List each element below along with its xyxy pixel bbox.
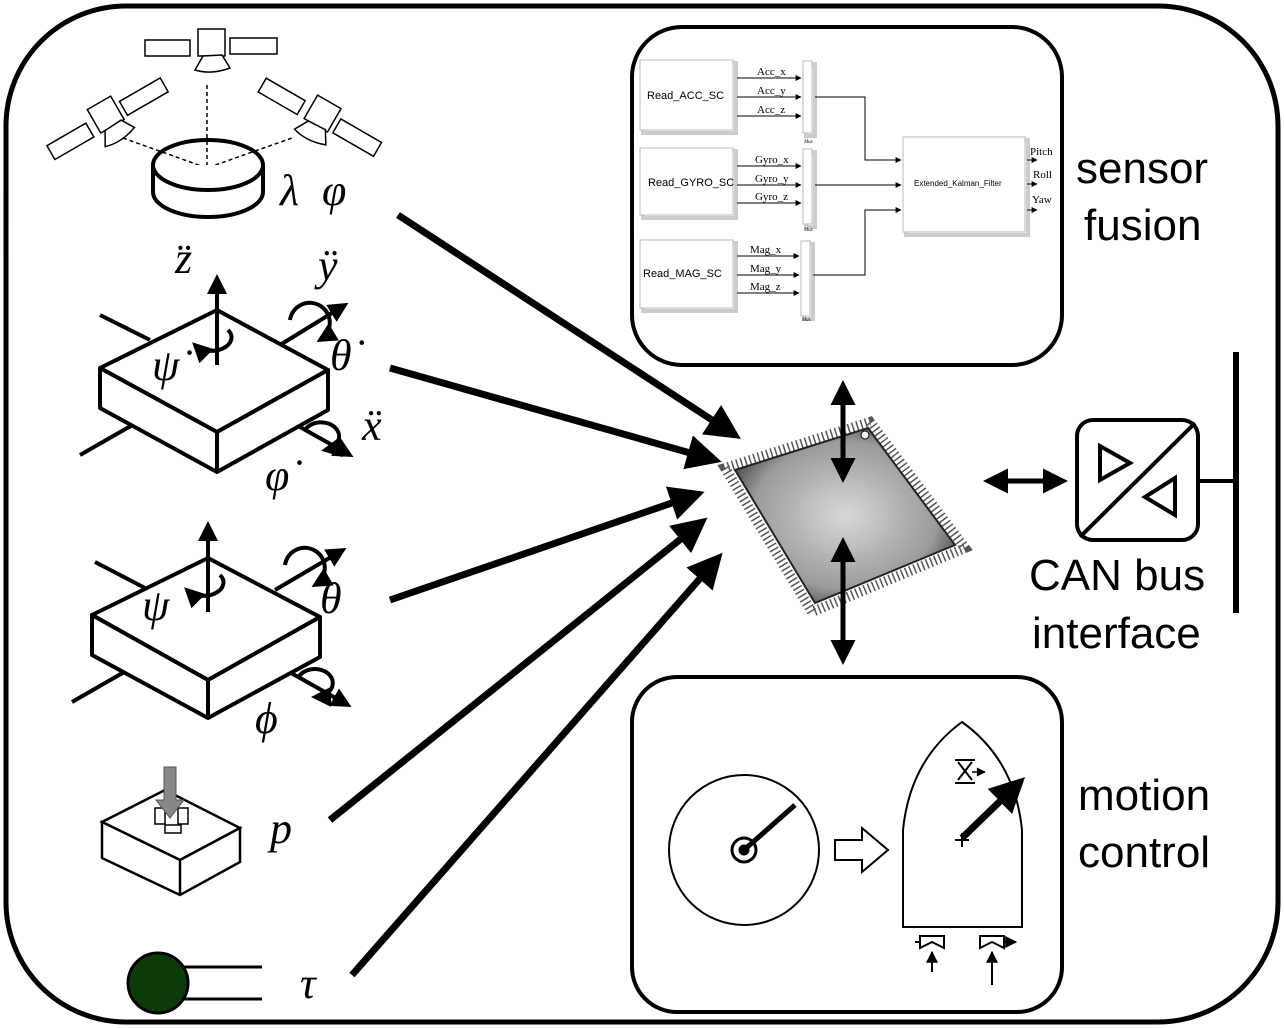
pressure-sensor — [99, 766, 243, 897]
signal-label: Mag_z — [750, 281, 781, 293]
imu-accel-gyro — [79, 274, 354, 474]
signal-label: Acc_z — [757, 104, 785, 116]
sensor-fusion-label-2: fusion — [1084, 201, 1201, 250]
signal-label: Acc_y — [757, 85, 786, 97]
pitch-label: θ — [320, 574, 342, 623]
signal-label: Mag_y — [750, 263, 782, 275]
latitude-label: φ — [322, 166, 346, 215]
motion-control-label-2: control — [1078, 828, 1210, 877]
yaw-label: ψ — [142, 581, 170, 630]
signal-label: Gyro_z — [755, 191, 788, 203]
y-accel-label: ÿ — [314, 241, 338, 290]
mux-label: Mux — [803, 140, 814, 145]
pitch-rate-label: θ̇ — [330, 331, 365, 380]
signal-label: Acc_x — [757, 66, 786, 78]
can-bus-label: CAN bus — [1029, 551, 1205, 600]
longitude-label: λ — [278, 166, 299, 215]
imu2-arrow — [388, 486, 705, 604]
motion-control-panel — [630, 675, 1064, 1014]
can-interface-label: interface — [1032, 609, 1201, 658]
system-diagram: λ φ z̈ ÿ ψ̇ θ̇ ẍ φ̇ ψ θ ϕ p τ Read_ACC_S… — [3, 3, 1281, 1025]
output-yaw: Yaw — [1032, 194, 1052, 206]
x-accel-label: ẍ — [361, 401, 382, 450]
signal-label: Gyro_x — [755, 154, 789, 166]
satellite-icon — [257, 77, 383, 158]
temperature-label: τ — [300, 959, 318, 1008]
roll-label: ϕ — [255, 694, 278, 743]
mux-label: Mux — [803, 228, 814, 233]
output-roll: Roll — [1033, 169, 1052, 181]
sensor-fusion-panel: Read_ACC_SC Read_GYRO_SC Read_MAG_SC Ext… — [630, 25, 1064, 367]
motion-control-label: motion — [1078, 771, 1210, 820]
output-pitch: Pitch — [1030, 146, 1053, 158]
roll-rate-label: φ̇ — [265, 451, 302, 500]
z-accel-label: z̈ — [174, 234, 192, 283]
signal-label: Mag_x — [750, 244, 782, 256]
read-acc-block: Read_ACC_SC — [647, 90, 724, 102]
imu-angles — [71, 521, 352, 720]
read-gyro-block: Read_GYRO_SC — [648, 177, 734, 189]
read-mag-block: Read_MAG_SC — [643, 268, 722, 280]
satellite-icon — [144, 28, 278, 73]
imu1-arrow — [389, 364, 722, 470]
sensor-fusion-label: sensor — [1076, 144, 1208, 193]
ekf-block: Extended_Kalman_Filter — [914, 179, 1002, 188]
temperature-sensor — [126, 951, 262, 1015]
signal-label: Gyro_y — [755, 173, 789, 185]
pressure-label: p — [267, 804, 292, 853]
mux-label: Mux — [801, 318, 812, 323]
